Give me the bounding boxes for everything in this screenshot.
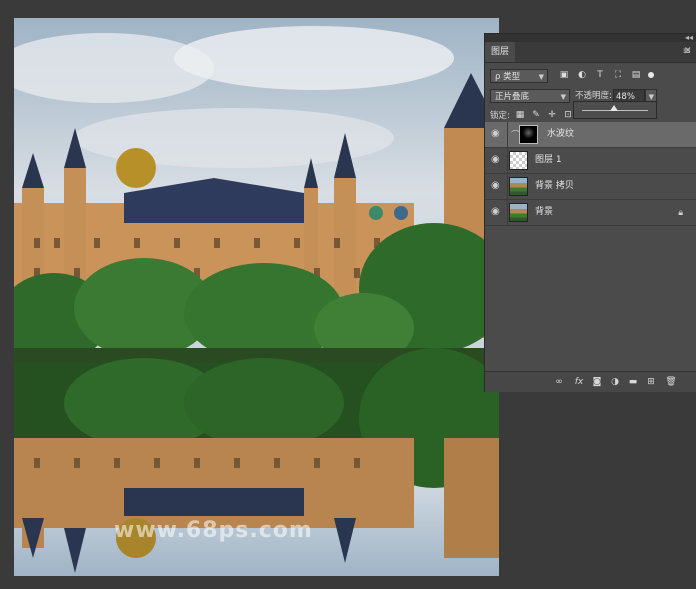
eye-icon: ◉ — [491, 180, 500, 191]
filter-kind-select[interactable]: ρ 类型 ▼ — [490, 69, 548, 83]
filter-toggle-icon[interactable] — [648, 72, 654, 78]
trash-icon[interactable]: 🗑︎ — [665, 376, 677, 388]
eye-icon: ◉ — [491, 206, 500, 217]
lock-transparent-icon[interactable]: ▦ — [515, 110, 525, 120]
lock-label: 锁定: — [490, 111, 510, 121]
layers-panel: ◂◂ 图层 ≡ ρ 类型 ▼ ▣ ◐ T ⛶ ▤ 正片叠底 ▼ 不透明度: 48… — [484, 33, 696, 392]
canvas-image — [14, 18, 499, 576]
watermark-text: www.68ps.com — [114, 518, 313, 543]
new-group-icon[interactable]: ▬ — [627, 376, 639, 388]
opacity-slider-popup — [573, 101, 657, 119]
lock-artboard-icon[interactable]: ⊡ — [563, 110, 573, 120]
visibility-toggle[interactable]: ◉ — [485, 174, 508, 199]
layer-thumbnail[interactable] — [509, 203, 528, 222]
lock-position-icon[interactable]: ✛ — [547, 110, 557, 120]
layer-name[interactable]: 图层 1 — [535, 148, 562, 173]
visibility-toggle[interactable]: ◉ — [485, 200, 508, 225]
fx-icon[interactable]: fx — [573, 376, 585, 388]
layer-row[interactable]: ◉ 背景 拷贝 — [485, 174, 696, 200]
layers-action-bar: ∞ fx ◙ ◑ ▬ ⊞ 🗑︎ — [485, 371, 696, 392]
layer-name[interactable]: 水波纹 — [547, 122, 574, 147]
eye-icon: ◉ — [491, 154, 500, 165]
type-filter-icon[interactable]: T — [595, 70, 605, 80]
opacity-slider-thumb[interactable] — [609, 105, 618, 111]
pixel-filter-icon[interactable]: ▣ — [559, 70, 569, 80]
blend-mode-value: 正片叠底 — [495, 92, 530, 102]
collapse-panel-icon[interactable]: ◂◂ — [685, 33, 693, 42]
tab-layers[interactable]: 图层 — [485, 42, 516, 62]
smart-object-filter-icon[interactable]: ▤ — [631, 70, 641, 80]
close-panel-icon[interactable]: ✕ — [684, 46, 692, 56]
shape-filter-icon[interactable]: ⛶ — [613, 70, 623, 80]
panel-tab-bar: 图层 ≡ — [485, 42, 696, 63]
adjustment-filter-icon[interactable]: ◐ — [577, 70, 587, 80]
layer-row[interactable]: ◉ 图层 1 — [485, 148, 696, 174]
add-mask-icon[interactable]: ◙ — [591, 376, 603, 388]
link-layers-icon[interactable]: ∞ — [553, 376, 565, 388]
document-canvas[interactable]: www.68ps.com — [14, 18, 499, 576]
adjustment-layer-icon[interactable]: ◑ — [609, 376, 621, 388]
search-icon: ρ — [495, 72, 501, 82]
blend-mode-select[interactable]: 正片叠底 ▼ — [490, 89, 570, 103]
lock-icon: 🔒︎ — [678, 208, 683, 218]
new-layer-icon[interactable]: ⊞ — [645, 376, 657, 388]
layer-mask-thumbnail[interactable] — [519, 125, 538, 144]
layer-thumbnail[interactable] — [509, 177, 528, 196]
layers-list: ◉ ⌒ 水波纹 ◉ 图层 1 ◉ 背景 拷贝 ◉ 背景 🔒︎ — [485, 122, 696, 226]
lock-image-icon[interactable]: ✎ — [531, 110, 541, 120]
layer-filter-row: ρ 类型 ▼ ▣ ◐ T ⛶ ▤ — [485, 67, 696, 85]
eye-icon: ◉ — [491, 128, 500, 139]
chevron-down-icon: ▼ — [538, 73, 544, 81]
layer-row[interactable]: ◉ ⌒ 水波纹 — [485, 122, 696, 148]
filter-kind-value: 类型 — [503, 72, 521, 82]
panel-dock-bar: ◂◂ — [485, 33, 696, 42]
visibility-toggle[interactable]: ◉ — [485, 122, 508, 147]
layer-row[interactable]: ◉ 背景 🔒︎ — [485, 200, 696, 226]
chevron-down-icon: ▼ — [560, 93, 566, 101]
layer-name[interactable]: 背景 拷贝 — [535, 174, 574, 199]
visibility-toggle[interactable]: ◉ — [485, 148, 508, 173]
layer-name[interactable]: 背景 — [535, 200, 553, 225]
layer-thumbnail[interactable] — [509, 151, 528, 170]
